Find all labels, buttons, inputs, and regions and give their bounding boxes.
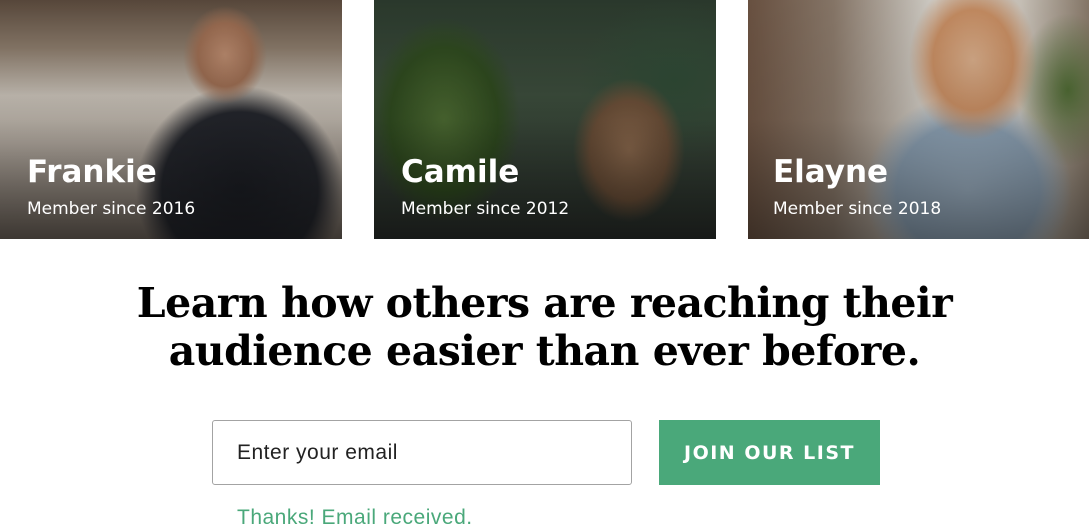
- headline-line-2: audience easier than ever before.: [168, 327, 921, 375]
- member-card-frankie: Frankie Member since 2016: [0, 0, 342, 239]
- email-confirmation-message: Thanks! Email received.: [237, 506, 473, 529]
- member-name: Frankie: [27, 154, 157, 190]
- page-headline: Learn how others are reaching their audi…: [0, 279, 1089, 375]
- member-cards: Frankie Member since 2016 Camile Member …: [0, 0, 1089, 239]
- member-card-elayne: Elayne Member since 2018: [748, 0, 1089, 239]
- join-list-button[interactable]: JOIN OUR LIST: [659, 420, 880, 485]
- member-since: Member since 2016: [27, 199, 196, 219]
- member-name: Camile: [401, 154, 520, 190]
- email-input[interactable]: [212, 420, 632, 485]
- member-since: Member since 2012: [401, 199, 570, 219]
- member-since: Member since 2018: [773, 199, 942, 219]
- member-card-camile: Camile Member since 2012: [374, 0, 716, 239]
- member-name: Elayne: [773, 154, 889, 190]
- headline-line-1: Learn how others are reaching their: [136, 279, 953, 327]
